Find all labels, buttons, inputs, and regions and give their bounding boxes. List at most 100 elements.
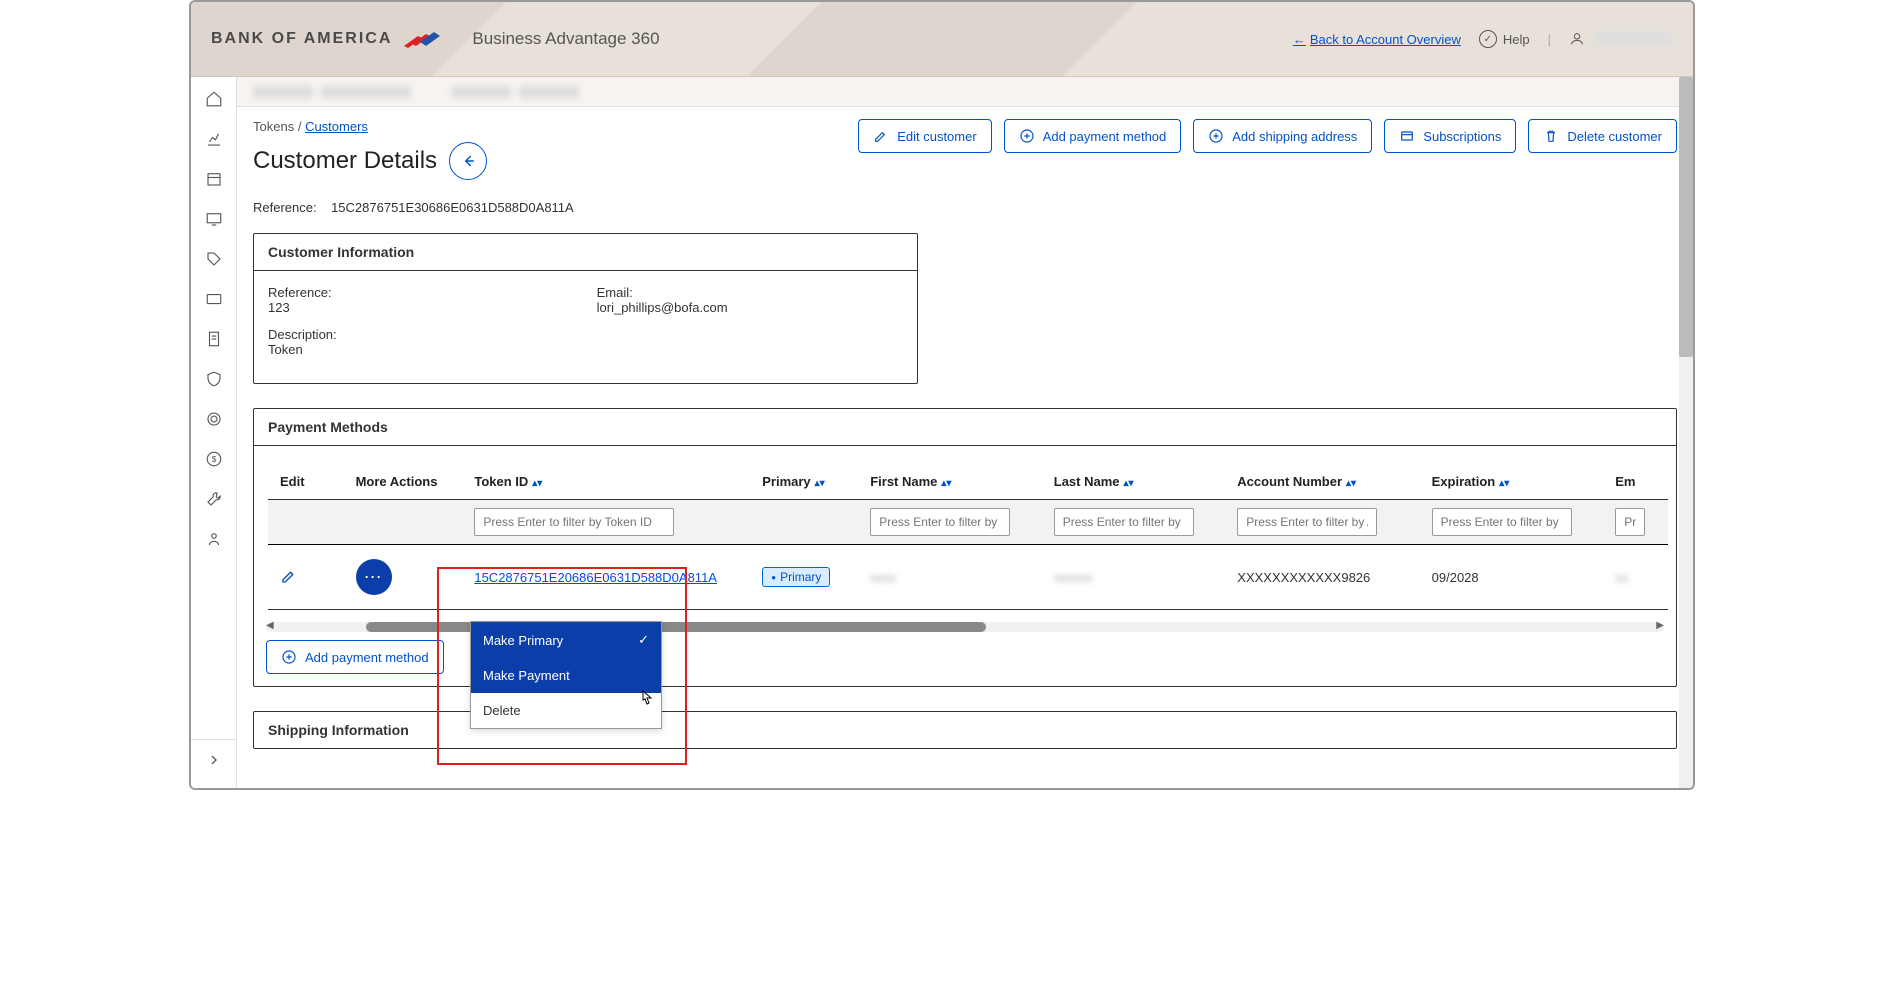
add-payment-label: Add payment method [1043,129,1167,144]
reference-field-label: Reference: [268,285,337,300]
filter-first-name-input[interactable] [870,508,1010,536]
user-name-blurred [1593,32,1673,46]
filter-account-number-input[interactable] [1237,508,1377,536]
calendar-icon[interactable] [204,169,224,189]
primary-badge: Primary [762,567,830,587]
arrow-left-icon [459,152,477,170]
shipping-info-card: Shipping Information [253,711,1677,749]
scrollbar-thumb[interactable] [366,622,986,632]
payment-methods-header: Payment Methods [254,409,1676,446]
add-payment-method-table-button[interactable]: Add payment method [266,640,444,674]
breadcrumb-customers-link[interactable]: Customers [305,119,368,134]
add-shipping-button[interactable]: Add shipping address [1193,119,1372,153]
description-field-label: Description: [268,327,337,342]
col-token-id[interactable]: Token ID▴▾ [462,464,750,500]
shipping-info-header: Shipping Information [254,712,1676,748]
back-button[interactable] [449,142,487,180]
card-icon[interactable] [204,289,224,309]
cursor-icon [638,689,654,714]
check-icon: ✓ [638,632,649,648]
filter-token-id-input[interactable] [474,508,674,536]
chart-icon[interactable] [204,129,224,149]
menu-make-payment[interactable]: Make Payment [471,658,661,693]
sort-icon[interactable]: ▴▾ [1124,478,1134,489]
svg-text:$: $ [211,455,216,464]
description-field-value: Token [268,342,337,357]
payment-methods-card: Payment Methods Edit More Actions Token … [253,408,1677,687]
filter-last-name-input[interactable] [1054,508,1194,536]
add-payment-method-table-label: Add payment method [305,650,429,665]
menu-delete[interactable]: Delete [471,693,661,728]
sort-icon[interactable]: ▴▾ [815,478,825,489]
email-field-label: Email: [597,285,728,300]
col-primary[interactable]: Primary▴▾ [750,464,858,500]
add-shipping-label: Add shipping address [1232,129,1357,144]
breadcrumb: Tokens / Customers [253,119,487,134]
subscriptions-button[interactable]: Subscriptions [1384,119,1516,153]
table-row: ⋯ 15C2876751E20686E0631D588D0A811A Prima… [268,545,1668,610]
sort-icon[interactable]: ▴▾ [1346,478,1356,489]
menu-make-primary-label: Make Primary [483,633,563,648]
shield-icon[interactable] [204,369,224,389]
filter-email-input[interactable] [1615,508,1645,536]
plus-circle-icon [1019,128,1035,144]
sort-icon[interactable]: ▴▾ [532,478,542,489]
email-cell-blurred: xx [1615,570,1628,585]
back-link-label: Back to Account Overview [1310,32,1461,47]
reference-field-value: 123 [268,300,337,315]
add-payment-method-button[interactable]: Add payment method [1004,119,1182,153]
first-name-cell-blurred: xxxx [870,570,896,585]
customer-info-header: Customer Information [254,234,917,271]
menu-make-payment-label: Make Payment [483,668,570,683]
back-to-overview-link[interactable]: ← Back to Account Overview [1293,32,1461,47]
delete-customer-button[interactable]: Delete customer [1528,119,1677,153]
reference-line: Reference: 15C2876751E30686E0631D588D0A8… [253,200,1677,215]
menu-delete-label: Delete [483,703,521,718]
help-icon: ✓ [1479,30,1497,48]
monitor-icon[interactable] [204,209,224,229]
col-account-number[interactable]: Account Number▴▾ [1225,464,1419,500]
document-icon[interactable] [204,329,224,349]
pencil-icon [873,128,889,144]
col-edit: Edit [268,464,344,500]
vertical-scrollbar-thumb[interactable] [1679,77,1693,357]
vertical-scrollbar[interactable] [1679,77,1693,788]
menu-make-primary[interactable]: Make Primary ✓ [471,622,661,658]
wrench-icon[interactable] [204,489,224,509]
subscriptions-label: Subscriptions [1423,129,1501,144]
scroll-right-arrow[interactable]: ▶ [1656,620,1664,631]
page-title: Customer Details [253,147,437,175]
tag-icon[interactable] [204,249,224,269]
help-link[interactable]: ✓ Help [1479,30,1530,48]
plus-circle-icon [1208,128,1224,144]
product-name: Business Advantage 360 [472,29,659,49]
scroll-left-arrow[interactable]: ◀ [266,620,274,631]
col-more-actions: More Actions [344,464,463,500]
col-last-name[interactable]: Last Name▴▾ [1042,464,1226,500]
edit-row-button[interactable] [280,573,298,588]
bank-logo: BANK OF AMERICA [211,28,442,50]
expand-rail-button[interactable] [191,739,236,768]
sort-icon[interactable]: ▴▾ [1499,478,1509,489]
home-icon[interactable] [204,89,224,109]
person-icon[interactable] [204,529,224,549]
chevron-right-icon [206,752,222,768]
divider: | [1548,32,1551,47]
user-menu[interactable] [1569,31,1673,47]
filter-expiration-input[interactable] [1432,508,1572,536]
col-expiration[interactable]: Expiration▴▾ [1420,464,1604,500]
edit-customer-button[interactable]: Edit customer [858,119,991,153]
target-icon[interactable] [204,409,224,429]
more-actions-button[interactable]: ⋯ [356,559,392,595]
token-id-link[interactable]: 15C2876751E20686E0631D588D0A811A [474,570,717,585]
more-actions-dropdown: Make Primary ✓ Make Payment Delete [470,621,662,729]
sort-icon[interactable]: ▴▾ [941,478,951,489]
col-first-name[interactable]: First Name▴▾ [858,464,1042,500]
delete-customer-label: Delete customer [1567,129,1662,144]
reference-label: Reference: [253,200,317,215]
user-icon [1569,31,1585,47]
dollar-icon[interactable]: $ [204,449,224,469]
trash-icon [1543,128,1559,144]
global-header: BANK OF AMERICA Business Advantage 360 ←… [191,2,1693,77]
col-email[interactable]: Em [1603,464,1668,500]
